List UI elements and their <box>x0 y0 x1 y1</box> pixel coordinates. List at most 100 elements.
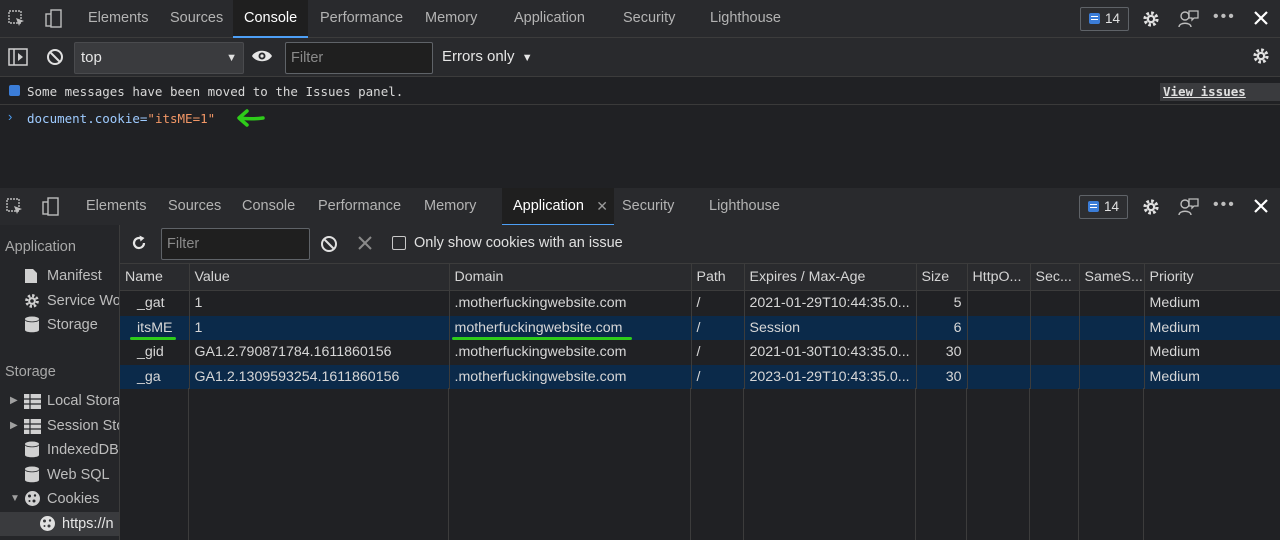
issues-badge[interactable]: 14 <box>1080 7 1129 31</box>
cell-httponly <box>967 364 1031 389</box>
cell-name: _gid <box>120 340 190 365</box>
collapse-arrow-icon[interactable]: ▼ <box>10 487 20 511</box>
column-header-expires[interactable]: Expires / Max-Age <box>744 264 917 291</box>
sidebar-header-application: Application <box>5 239 76 255</box>
dropdown-arrow-icon: ▼ <box>521 52 533 64</box>
sidebar-item-local-storage[interactable]: ▶ Local Stora <box>0 389 119 413</box>
tab-elements[interactable]: Elements <box>86 188 146 225</box>
column-header-name[interactable]: Name <box>120 264 190 291</box>
cell-domain: .motherfuckingwebsite.com <box>449 290 692 316</box>
console-settings-gear-icon[interactable] <box>1251 46 1271 69</box>
cell-path: / <box>691 315 745 340</box>
tab-application[interactable]: Application <box>514 0 585 37</box>
close-tab-icon[interactable]: ✕ <box>596 188 608 225</box>
device-emulation-icon[interactable] <box>41 197 61 220</box>
tab-memory[interactable]: Memory <box>425 0 477 37</box>
cell-samesite <box>1079 290 1145 316</box>
delete-selected-icon[interactable] <box>358 236 372 253</box>
column-header-path[interactable]: Path <box>691 264 745 291</box>
settings-gear-icon[interactable] <box>1141 197 1161 220</box>
column-divider <box>967 388 1030 540</box>
clear-console-icon[interactable] <box>46 48 64 69</box>
table-row[interactable]: itsME 1 motherfuckingwebsite.com / Sessi… <box>120 315 1280 340</box>
table-row[interactable]: _gat 1 .motherfuckingwebsite.com / 2021-… <box>120 290 1280 316</box>
sidebar-item-session-storage[interactable]: ▶ Session Sto <box>0 414 119 438</box>
sidebar-item-service-workers[interactable]: Service Wo <box>0 289 119 313</box>
sidebar-item-cookies[interactable]: ▼ Cookies <box>0 487 119 511</box>
cookies-filter-input[interactable]: Filter <box>161 228 310 260</box>
device-emulation-icon[interactable] <box>44 9 64 32</box>
cookies-toolbar: Filter Only show cookies with an issue <box>120 225 1280 264</box>
feedback-icon[interactable] <box>1177 197 1199 220</box>
view-issues-button[interactable]: View issues <box>1160 83 1280 101</box>
inspect-element-icon[interactable] <box>8 10 26 31</box>
tab-lighthouse[interactable]: Lighthouse <box>710 0 781 37</box>
tab-memory[interactable]: Memory <box>424 188 476 225</box>
database-icon <box>24 316 40 337</box>
grid-table-icon <box>24 418 41 438</box>
column-header-secure[interactable]: Sec... <box>1030 264 1080 291</box>
tab-security[interactable]: Security <box>623 0 675 37</box>
table-row[interactable]: _gid GA1.2.790871784.1611860156 .motherf… <box>120 340 1280 365</box>
sidebar-item-manifest[interactable]: Manifest <box>0 264 119 288</box>
more-options-icon[interactable]: ••• <box>1213 8 1236 26</box>
column-header-priority[interactable]: Priority <box>1144 264 1280 291</box>
tab-lighthouse[interactable]: Lighthouse <box>709 188 780 225</box>
sidebar-item-cookie-origin[interactable]: https://n <box>0 512 119 536</box>
column-divider <box>1079 388 1144 540</box>
document-icon <box>24 268 38 288</box>
tab-security[interactable]: Security <box>622 188 674 225</box>
cell-value: 1 <box>189 290 450 316</box>
context-selector[interactable]: top ▼ <box>74 42 244 74</box>
cookies-table: Name Value Domain Path Expires / Max-Age… <box>120 264 1280 389</box>
database-icon <box>24 441 40 462</box>
tab-console[interactable]: Console <box>242 188 295 225</box>
show-sidebar-icon[interactable] <box>8 48 28 69</box>
cell-priority: Medium <box>1144 340 1280 365</box>
console-filter-input[interactable]: Filter <box>285 42 433 74</box>
column-header-httponly[interactable]: HttpO... <box>967 264 1031 291</box>
refresh-icon[interactable] <box>130 234 148 255</box>
tab-performance[interactable]: Performance <box>320 0 403 37</box>
table-row[interactable]: _ga GA1.2.1309593254.1611860156 .motherf… <box>120 364 1280 389</box>
cell-secure <box>1030 290 1080 316</box>
cell-expires: 2021-01-30T10:43:35.0... <box>744 340 917 365</box>
column-header-value[interactable]: Value <box>189 264 450 291</box>
tab-sources[interactable]: Sources <box>170 0 223 37</box>
cell-expires: 2023-01-29T10:43:35.0... <box>744 364 917 389</box>
column-header-samesite[interactable]: SameS... <box>1079 264 1145 291</box>
tab-application[interactable]: Application ✕ <box>502 188 614 226</box>
sidebar-item-storage[interactable]: Storage <box>0 313 119 337</box>
settings-gear-icon[interactable] <box>1141 9 1161 32</box>
column-header-domain[interactable]: Domain <box>449 264 692 291</box>
command-row: › document.cookie="itsME=1" <box>0 107 1280 129</box>
column-header-size[interactable]: Size <box>916 264 968 291</box>
live-expression-eye-icon[interactable] <box>251 48 273 67</box>
only-issue-checkbox[interactable] <box>392 236 406 250</box>
cell-httponly <box>967 315 1031 340</box>
green-underline-annotation <box>452 337 632 340</box>
clear-all-cookies-icon[interactable] <box>320 235 338 256</box>
cell-priority: Medium <box>1144 315 1280 340</box>
log-levels-dropdown[interactable]: Errors only ▼ <box>442 48 533 65</box>
sidebar-item-indexeddb[interactable]: IndexedDB <box>0 438 119 462</box>
more-options-icon[interactable]: ••• <box>1213 196 1236 214</box>
column-divider <box>189 388 449 540</box>
cell-expires: 2021-01-29T10:44:35.0... <box>744 290 917 316</box>
feedback-icon[interactable] <box>1177 9 1199 32</box>
close-devtools-icon[interactable] <box>1253 10 1269 29</box>
cell-httponly <box>967 340 1031 365</box>
close-devtools-icon[interactable] <box>1253 198 1269 217</box>
cell-path: / <box>691 364 745 389</box>
tab-console[interactable]: Console <box>233 0 309 38</box>
expand-arrow-icon[interactable]: ▶ <box>10 389 18 413</box>
column-divider <box>120 388 189 540</box>
issues-badge[interactable]: 14 <box>1079 195 1128 219</box>
sidebar-item-web-sql[interactable]: Web SQL <box>0 463 119 487</box>
tab-sources[interactable]: Sources <box>168 188 221 225</box>
expand-arrow-icon[interactable]: ▶ <box>10 414 18 438</box>
cell-value: GA1.2.1309593254.1611860156 <box>189 364 450 389</box>
tab-elements[interactable]: Elements <box>88 0 148 37</box>
tab-performance[interactable]: Performance <box>318 188 401 225</box>
inspect-element-icon[interactable] <box>6 198 24 219</box>
